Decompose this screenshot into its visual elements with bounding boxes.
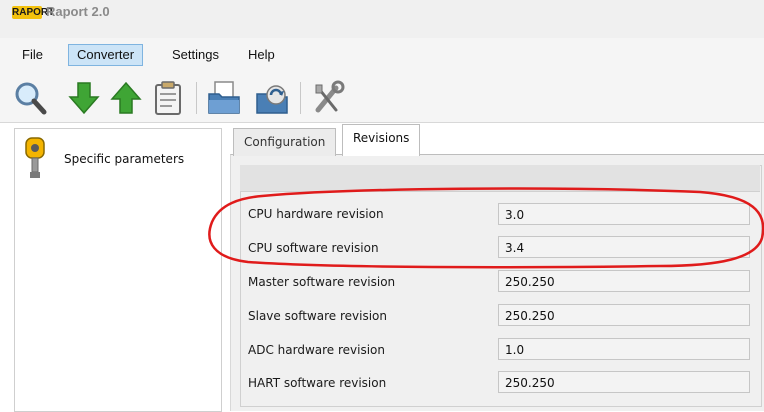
tab-configuration[interactable]: Configuration	[233, 128, 337, 156]
menu-converter[interactable]: Converter	[68, 44, 144, 66]
cpu-software-revision-value: 3.4	[498, 236, 750, 258]
toolbar-separator	[300, 82, 301, 114]
master-software-revision-value: 250.250	[498, 270, 750, 292]
menu-help[interactable]: Help	[240, 45, 283, 65]
tools-icon[interactable]	[310, 80, 346, 116]
search-icon[interactable]	[12, 80, 48, 116]
adc-hardware-revision-label: ADC hardware revision	[248, 343, 385, 357]
hart-software-revision-value: 250.250	[498, 371, 750, 393]
cpu-software-revision-label: CPU software revision	[248, 241, 379, 255]
tab-revisions[interactable]: Revisions	[342, 124, 421, 156]
toolbar	[0, 72, 764, 123]
menu-bar: File Converter Settings Help	[0, 38, 764, 73]
app-logo: RAPORT	[12, 6, 55, 19]
hart-software-revision-label: HART software revision	[248, 376, 387, 390]
slave-software-revision-label: Slave software revision	[248, 309, 387, 323]
window-title: Raport 2.0	[46, 4, 110, 19]
menu-file[interactable]: File	[14, 45, 51, 65]
cpu-hardware-revision-label: CPU hardware revision	[248, 207, 384, 221]
master-software-revision-label: Master software revision	[248, 275, 396, 289]
save-icon[interactable]	[254, 80, 290, 116]
revisions-panel-header	[240, 165, 760, 192]
upload-arrow-icon[interactable]	[108, 80, 144, 116]
title-bar: RAPORT Raport 2.0	[0, 0, 764, 38]
pressure-transmitter-icon	[25, 137, 45, 178]
slave-software-revision-value: 250.250	[498, 304, 750, 326]
toolbar-separator	[196, 82, 197, 114]
open-folder-icon[interactable]	[206, 80, 242, 116]
clipboard-icon[interactable]	[150, 80, 186, 116]
cpu-hardware-revision-value: 3.0	[498, 203, 750, 225]
adc-hardware-revision-value: 1.0	[498, 338, 750, 360]
tree-item-specific-parameters[interactable]: Specific parameters	[64, 152, 184, 166]
download-arrow-icon[interactable]	[66, 80, 102, 116]
menu-settings[interactable]: Settings	[164, 45, 227, 65]
